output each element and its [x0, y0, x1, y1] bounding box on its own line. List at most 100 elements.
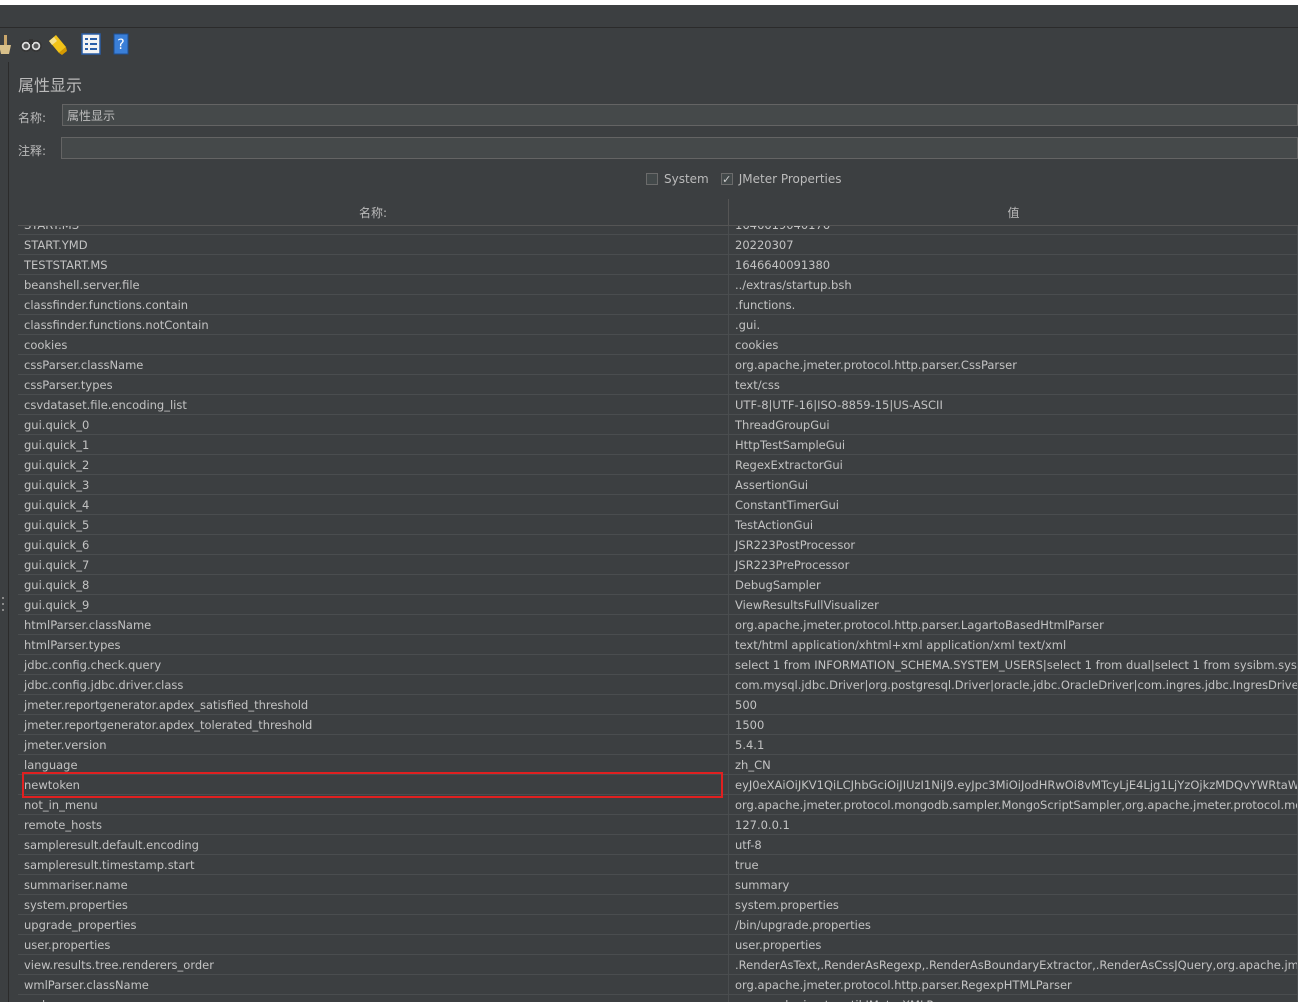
- table-row[interactable]: jmeter.reportgenerator.apdex_tolerated_t…: [18, 715, 1298, 735]
- property-value-cell[interactable]: 500: [729, 695, 1298, 714]
- property-value-cell[interactable]: text/css: [729, 375, 1298, 394]
- property-name-cell[interactable]: cssParser.className: [18, 355, 729, 374]
- property-name-cell[interactable]: user.properties: [18, 935, 729, 954]
- property-value-cell[interactable]: org.apache.jmeter.protocol.mongodb.sampl…: [729, 795, 1298, 814]
- table-row[interactable]: gui.quick_0 ThreadGroupGui: [18, 415, 1298, 435]
- table-row[interactable]: cssParser.types text/css: [18, 375, 1298, 395]
- property-name-cell[interactable]: system.properties: [18, 895, 729, 914]
- table-row[interactable]: jdbc.config.jdbc.driver.class com.mysql.j…: [18, 675, 1298, 695]
- property-value-cell[interactable]: .RenderAsText,.RenderAsRegexp,.RenderAsB…: [729, 955, 1298, 974]
- table-row[interactable]: xml.parserorg.apache.jmeter.util.JMeterX…: [18, 995, 1298, 1002]
- property-name-cell[interactable]: gui.quick_5: [18, 515, 729, 534]
- property-name-cell[interactable]: newtoken: [18, 775, 729, 794]
- table-row[interactable]: gui.quick_4 ConstantTimerGui: [18, 495, 1298, 515]
- table-row[interactable]: beanshell.server.file ../extras/startup.b…: [18, 275, 1298, 295]
- property-value-cell[interactable]: org.apache.jmeter.protocol.http.parser.L…: [729, 615, 1298, 634]
- property-name-cell[interactable]: sampleresult.timestamp.start: [18, 855, 729, 874]
- property-value-cell[interactable]: JSR223PostProcessor: [729, 535, 1298, 554]
- property-value-cell[interactable]: true: [729, 855, 1298, 874]
- table-row[interactable]: sampleresult.default.encoding utf-8: [18, 835, 1298, 855]
- table-row[interactable]: system.properties system.properties: [18, 895, 1298, 915]
- property-name-cell[interactable]: cookies: [18, 335, 729, 354]
- property-name-cell[interactable]: START.YMD: [18, 235, 729, 254]
- table-row[interactable]: cookies cookies: [18, 335, 1298, 355]
- table-row[interactable]: gui.quick_5 TestActionGui: [18, 515, 1298, 535]
- comment-field[interactable]: [61, 137, 1298, 159]
- table-row[interactable]: gui.quick_9 ViewResultsFullVisualizer: [18, 595, 1298, 615]
- table-row[interactable]: language zh_CN: [18, 755, 1298, 775]
- property-name-cell[interactable]: gui.quick_0: [18, 415, 729, 434]
- table-row[interactable]: htmlParser.types text/html application/xh…: [18, 635, 1298, 655]
- property-value-cell[interactable]: ../extras/startup.bsh: [729, 275, 1298, 294]
- property-name-cell[interactable]: gui.quick_6: [18, 535, 729, 554]
- property-name-cell[interactable]: cssParser.types: [18, 375, 729, 394]
- property-value-cell[interactable]: com.mysql.jdbc.Driver|org.postgresql.Dri…: [729, 675, 1298, 694]
- property-value-cell[interactable]: ViewResultsFullVisualizer: [729, 595, 1298, 614]
- table-row[interactable]: htmlParser.className org.apache.jmeter.pr…: [18, 615, 1298, 635]
- property-name-cell[interactable]: gui.quick_2: [18, 455, 729, 474]
- property-name-cell[interactable]: htmlParser.types: [18, 635, 729, 654]
- property-value-cell[interactable]: zh_CN: [729, 755, 1298, 774]
- property-name-cell[interactable]: htmlParser.className: [18, 615, 729, 634]
- property-name-cell[interactable]: summariser.name: [18, 875, 729, 894]
- property-value-cell[interactable]: cookies: [729, 335, 1298, 354]
- table-row[interactable]: jmeter.reportgenerator.apdex_satisfied_t…: [18, 695, 1298, 715]
- left-splitter[interactable]: [0, 62, 9, 1002]
- broom-icon[interactable]: [0, 33, 14, 55]
- table-row[interactable]: summariser.name summary: [18, 875, 1298, 895]
- property-value-cell[interactable]: JSR223PreProcessor: [729, 555, 1298, 574]
- function-list-icon[interactable]: [80, 33, 102, 55]
- table-row[interactable]: newtoken eyJ0eXAiOiJKV1QiLCJhbGciOiJIUzI1…: [18, 775, 1298, 795]
- property-name-cell[interactable]: sampleresult.default.encoding: [18, 835, 729, 854]
- table-row[interactable]: sampleresult.timestamp.start true: [18, 855, 1298, 875]
- clear-brush-icon[interactable]: [46, 33, 68, 55]
- property-name-cell[interactable]: jdbc.config.jdbc.driver.class: [18, 675, 729, 694]
- property-name-cell[interactable]: gui.quick_3: [18, 475, 729, 494]
- property-name-cell[interactable]: gui.quick_7: [18, 555, 729, 574]
- property-value-cell[interactable]: utf-8: [729, 835, 1298, 854]
- property-value-cell[interactable]: 127.0.0.1: [729, 815, 1298, 834]
- property-name-cell[interactable]: beanshell.server.file: [18, 275, 729, 294]
- system-checkbox[interactable]: [646, 173, 658, 185]
- table-row[interactable]: user.properties user.properties: [18, 935, 1298, 955]
- column-header-name[interactable]: 名称:: [18, 199, 729, 225]
- property-value-cell[interactable]: /bin/upgrade.properties: [729, 915, 1298, 934]
- table-row[interactable]: cssParser.className org.apache.jmeter.pro…: [18, 355, 1298, 375]
- table-row[interactable]: jdbc.config.check.query select 1 from INF…: [18, 655, 1298, 675]
- property-value-cell[interactable]: 1646640091380: [729, 255, 1298, 274]
- property-value-cell[interactable]: text/html application/xhtml+xml applicat…: [729, 635, 1298, 654]
- table-row[interactable]: jmeter.version 5.4.1: [18, 735, 1298, 755]
- table-row[interactable]: gui.quick_8 DebugSampler: [18, 575, 1298, 595]
- property-name-cell[interactable]: gui.quick_8: [18, 575, 729, 594]
- table-row[interactable]: upgrade_properties/bin/upgrade.propertie…: [18, 915, 1298, 935]
- property-value-cell[interactable]: ThreadGroupGui: [729, 415, 1298, 434]
- table-row[interactable]: csvdataset.file.encoding_list UTF-8|UTF-1…: [18, 395, 1298, 415]
- help-icon[interactable]: ?: [110, 33, 132, 55]
- property-value-cell[interactable]: 5.4.1: [729, 735, 1298, 754]
- table-row[interactable]: classfinder.functions.notContain .gui.: [18, 315, 1298, 335]
- property-value-cell[interactable]: system.properties: [729, 895, 1298, 914]
- property-value-cell[interactable]: eyJ0eXAiOiJKV1QiLCJhbGciOiJIUzI1NiJ9.eyJ…: [729, 775, 1298, 794]
- table-row[interactable]: not_in_menu org.apache.jmeter.protocol.mo…: [18, 795, 1298, 815]
- property-value-cell[interactable]: HttpTestSampleGui: [729, 435, 1298, 454]
- table-row[interactable]: wmlParser.className org.apache.jmeter.pro…: [18, 975, 1298, 995]
- table-row[interactable]: gui.quick_7 JSR223PreProcessor: [18, 555, 1298, 575]
- table-row[interactable]: view.results.tree.renderers_order .Render…: [18, 955, 1298, 975]
- name-field[interactable]: [62, 104, 1298, 126]
- table-row[interactable]: remote_hosts 127.0.0.1: [18, 815, 1298, 835]
- property-value-cell[interactable]: org.apache.jmeter.protocol.http.parser.R…: [729, 975, 1298, 994]
- jmeter-properties-checkbox[interactable]: ✓: [720, 173, 733, 186]
- property-name-cell[interactable]: gui.quick_4: [18, 495, 729, 514]
- property-name-cell[interactable]: classfinder.functions.contain: [18, 295, 729, 314]
- property-name-cell[interactable]: xml.parser: [18, 995, 729, 1002]
- property-value-cell[interactable]: TestActionGui: [729, 515, 1298, 534]
- property-name-cell[interactable]: view.results.tree.renderers_order: [18, 955, 729, 974]
- property-value-cell[interactable]: UTF-8|UTF-16|ISO-8859-15|US-ASCII: [729, 395, 1298, 414]
- table-row[interactable]: gui.quick_1 HttpTestSampleGui: [18, 435, 1298, 455]
- table-row[interactable]: gui.quick_3 AssertionGui: [18, 475, 1298, 495]
- property-name-cell[interactable]: jmeter.version: [18, 735, 729, 754]
- property-name-cell[interactable]: upgrade_properties: [18, 915, 729, 934]
- property-name-cell[interactable]: classfinder.functions.notContain: [18, 315, 729, 334]
- property-name-cell[interactable]: jdbc.config.check.query: [18, 655, 729, 674]
- property-value-cell[interactable]: select 1 from INFORMATION_SCHEMA.SYSTEM_…: [729, 655, 1298, 674]
